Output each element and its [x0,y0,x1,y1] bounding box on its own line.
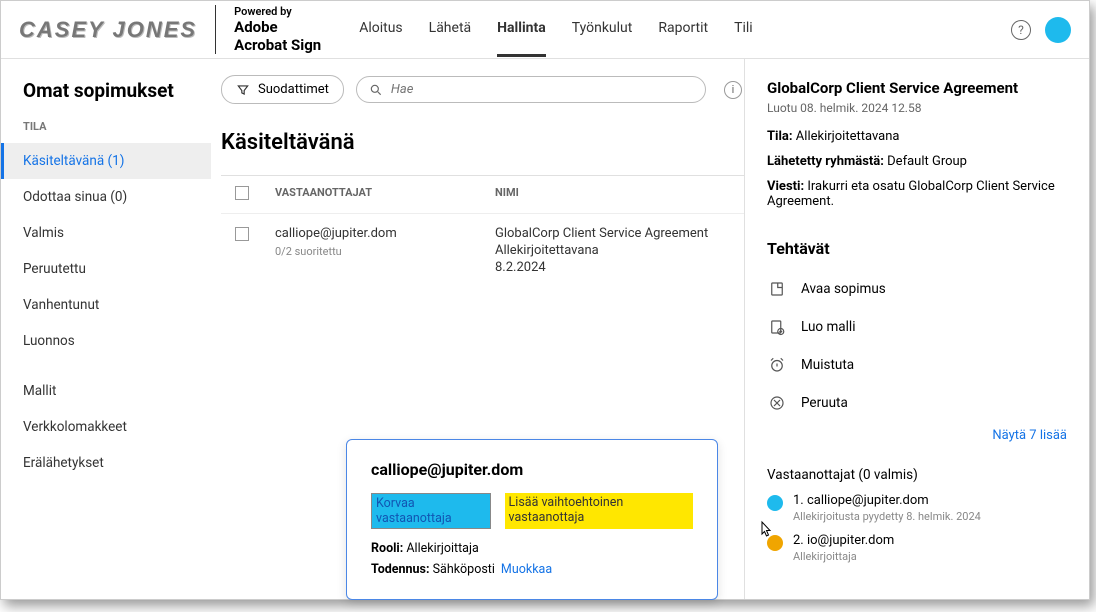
row-name: GlobalCorp Client Service Agreement [495,226,730,241]
sidebar-title: Omat sopimukset [1,79,211,120]
powered-by-label: Powered by [234,5,321,18]
sidebar-item-verkkolomakkeet[interactable]: Verkkolomakkeet [1,409,211,445]
nav-hallinta[interactable]: Hallinta [497,2,546,57]
popup-title: calliope@jupiter.dom [371,460,693,479]
detail-title: GlobalCorp Client Service Agreement [767,79,1067,97]
recipient-sub: Allekirjoitusta pyydetty 8. helmik. 2024 [793,510,981,523]
table-row[interactable]: calliope@jupiter.dom 0/2 suoritettu Glob… [221,214,744,287]
detail-created: Luotu 08. helmik. 2024 12.58 [767,101,1067,115]
popup-role: Rooli: Allekirjoittaja [371,541,693,556]
filter-icon [236,83,250,97]
acrobat-brand: Powered by Adobe Acrobat Sign [215,5,321,54]
sidebar-item-kasiteltavana[interactable]: Käsiteltävänä (1) [1,143,211,179]
action-template-label: Luo malli [801,319,856,335]
replace-recipient-link[interactable]: Korvaa vastaanottaja [371,493,491,529]
info-icon[interactable]: i [724,81,742,99]
show-more-link[interactable]: Näytä 7 lisää [767,428,1067,443]
template-icon [767,317,787,337]
main-nav: Aloitus Lähetä Hallinta Työnkulut Raport… [359,2,752,57]
search-input[interactable] [391,82,693,97]
recipient-name: 2. io@jupiter.dom [793,533,894,548]
help-icon[interactable]: ? [1011,20,1031,40]
section-title: Käsiteltävänä [221,130,744,155]
recipients-title: Vastaanottajat (0 valmis) [767,467,1067,483]
recipient-popup: calliope@jupiter.dom Korvaa vastaanottaj… [346,439,718,600]
acrobat-sign-label: Acrobat Sign [234,36,321,54]
recipient-sub: Allekirjoittaja [793,550,894,563]
detail-message: Viesti: Irakurri eta osatu GlobalCorp Cl… [767,179,1067,209]
sidebar-item-valmis[interactable]: Valmis [1,215,211,251]
nav-laheta[interactable]: Lähetä [429,2,472,57]
actions-title: Tehtävät [767,239,1067,258]
alarm-icon [767,355,787,375]
row-progress: 0/2 suoritettu [275,245,495,258]
row-checkbox[interactable] [235,227,249,241]
sidebar: Omat sopimukset TILA Käsiteltävänä (1) O… [1,59,211,599]
brand-logo: CASEY JONES [19,17,197,43]
action-cancel[interactable]: Peruuta [767,384,1067,422]
select-all-checkbox[interactable] [235,186,249,200]
nav-aloitus[interactable]: Aloitus [359,2,402,57]
nav-tyonkulut[interactable]: Työnkulut [572,2,633,57]
popup-auth: Todennus: SähköpostiMuokkaa [371,562,693,577]
row-date: 8.2.2024 [495,260,730,275]
action-open[interactable]: Avaa sopimus [767,270,1067,308]
action-template[interactable]: Luo malli [767,308,1067,346]
recipient-row[interactable]: 2. io@jupiter.dom Allekirjoittaja [767,533,1067,563]
add-alt-recipient-link[interactable]: Lisää vaihtoehtoinen vastaanottaja [505,493,693,529]
open-icon [767,279,787,299]
search-icon [369,83,383,97]
recipient-status-dot [767,535,783,551]
cancel-icon [767,393,787,413]
action-remind-label: Muistuta [801,357,854,373]
sidebar-item-peruutettu[interactable]: Peruutettu [1,251,211,287]
user-avatar[interactable] [1045,17,1071,43]
sidebar-item-luonnos[interactable]: Luonnos [1,323,211,359]
filter-button[interactable]: Suodattimet [221,75,344,104]
col-recipients: VASTAANOTTAJAT [275,186,495,203]
adobe-label: Adobe [234,18,321,36]
tila-label: TILA [1,120,211,143]
recipient-status-dot [767,495,783,511]
filter-label: Suodattimet [258,82,329,97]
edit-auth-link[interactable]: Muokkaa [501,562,552,577]
action-cancel-label: Peruuta [801,395,848,411]
recipient-row[interactable]: 1. calliope@jupiter.dom Allekirjoitusta … [767,493,1067,523]
row-status: Allekirjoitettavana [495,243,730,258]
nav-raportit[interactable]: Raportit [658,2,708,57]
sidebar-item-eralahetykset[interactable]: Erälähetykset [1,445,211,481]
agreements-table: VASTAANOTTAJAT NIMI calliope@jupiter.dom… [221,175,744,287]
detail-panel: GlobalCorp Client Service Agreement Luot… [744,59,1089,599]
sidebar-item-vanhentunut[interactable]: Vanhentunut [1,287,211,323]
search-field[interactable] [356,76,706,103]
nav-tili[interactable]: Tili [734,2,753,57]
detail-tila: Tila: Allekirjoitettavana [767,129,1067,144]
sidebar-item-odottaa[interactable]: Odottaa sinua (0) [1,179,211,215]
detail-group: Lähetetty ryhmästä: Default Group [767,154,1067,169]
sidebar-item-mallit[interactable]: Mallit [1,373,211,409]
row-email: calliope@jupiter.dom [275,226,495,241]
header: CASEY JONES Powered by Adobe Acrobat Sig… [1,1,1089,59]
col-name: NIMI [495,186,730,203]
action-remind[interactable]: Muistuta [767,346,1067,384]
action-open-label: Avaa sopimus [801,281,886,297]
recipient-name: 1. calliope@jupiter.dom [793,493,981,508]
